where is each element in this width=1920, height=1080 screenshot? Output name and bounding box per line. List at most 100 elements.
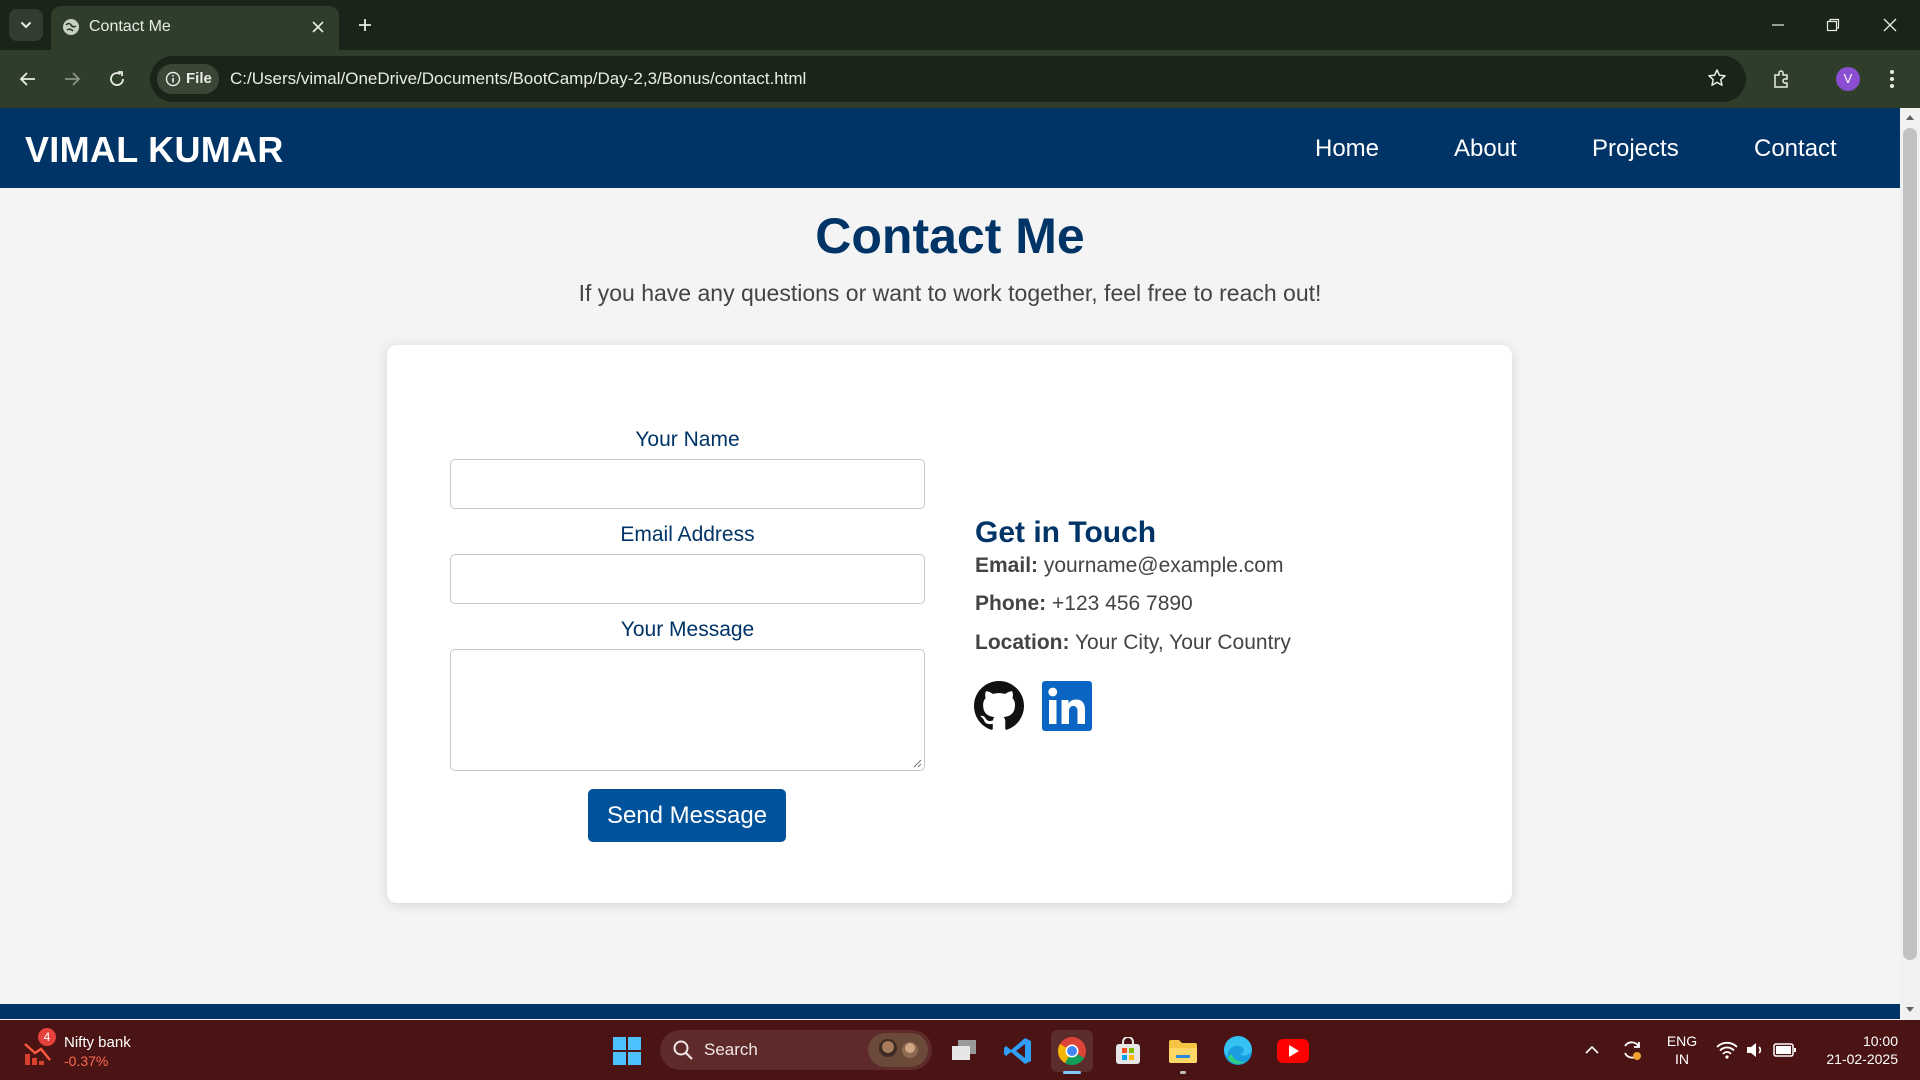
contact-location-value: Your City, Your Country	[1074, 631, 1291, 654]
nav-about[interactable]: About	[1454, 135, 1517, 163]
region-code: IN	[1675, 1051, 1689, 1067]
vscode-icon	[1004, 1038, 1031, 1064]
site-info-chip[interactable]: File	[157, 64, 219, 94]
store-icon	[1116, 1037, 1140, 1064]
taskbar-chrome[interactable]	[1051, 1030, 1093, 1074]
page-viewport: VIMAL KUMAR Home About Projects Contact …	[0, 108, 1900, 1019]
contact-phone-value: +123 456 7890	[1052, 592, 1193, 615]
get-in-touch-heading: Get in Touch	[975, 516, 1157, 549]
nav-home[interactable]: Home	[1315, 135, 1379, 163]
taskbar-search[interactable]: Search	[660, 1030, 932, 1070]
notification-badge: 4	[38, 1028, 56, 1046]
chrome-icon	[1058, 1037, 1086, 1065]
clock[interactable]: 10:00 21-02-2025	[1808, 1032, 1898, 1068]
scroll-up-icon[interactable]	[1905, 113, 1915, 121]
reload-icon	[110, 71, 124, 86]
search-highlight-image	[868, 1033, 928, 1067]
battery-icon	[1773, 1043, 1796, 1057]
reload-button[interactable]	[101, 63, 133, 95]
contact-location: Location: Your City, Your Country	[975, 630, 1291, 656]
taskbar-file-explorer[interactable]	[1162, 1030, 1204, 1074]
name-input[interactable]	[450, 459, 925, 509]
widget-change: -0.37%	[64, 1053, 109, 1069]
new-tab-button[interactable]	[352, 12, 378, 38]
volume-tray-button[interactable]	[1743, 1038, 1767, 1062]
page-scrollbar[interactable]	[1900, 108, 1920, 1019]
clock-time: 10:00	[1862, 1033, 1898, 1049]
taskbar-edge[interactable]	[1217, 1030, 1259, 1072]
contact-location-label: Location:	[975, 631, 1070, 654]
arrow-left-icon	[19, 72, 35, 86]
back-button[interactable]	[12, 63, 44, 95]
restore-button[interactable]	[1813, 10, 1853, 40]
scroll-down-icon[interactable]	[1905, 1006, 1915, 1014]
wifi-icon	[1716, 1041, 1738, 1059]
restore-icon	[1826, 18, 1840, 32]
resize-grip-icon[interactable]	[912, 758, 922, 768]
browser-menu-button[interactable]	[1876, 63, 1908, 95]
nav-projects[interactable]: Projects	[1592, 135, 1679, 163]
chevron-down-icon	[21, 22, 31, 29]
active-app-indicator	[1063, 1071, 1081, 1074]
tab-search-button[interactable]	[9, 9, 43, 41]
language-code: ENG	[1666, 1033, 1698, 1049]
info-icon	[165, 71, 181, 87]
message-label: Your Message	[620, 618, 755, 641]
more-vertical-icon	[1890, 70, 1894, 88]
task-view-icon	[952, 1040, 976, 1060]
contact-email-value: yourname@example.com	[1043, 554, 1284, 577]
widget-title: Nifty bank	[64, 1034, 131, 1051]
tab-close-button[interactable]	[307, 16, 329, 38]
sync-icon	[1624, 1041, 1641, 1060]
taskbar-task-view[interactable]	[943, 1030, 985, 1072]
show-hidden-icons-button[interactable]	[1580, 1038, 1604, 1062]
speaker-icon	[1747, 1043, 1762, 1057]
browser-tab[interactable]: Contact Me	[51, 6, 339, 50]
forward-button[interactable]	[56, 63, 88, 95]
minimize-button[interactable]	[1758, 10, 1798, 40]
globe-icon	[63, 19, 79, 35]
puzzle-icon	[1774, 70, 1788, 88]
folder-icon	[1169, 1040, 1197, 1063]
running-app-indicator	[1180, 1071, 1186, 1074]
close-icon	[312, 21, 324, 33]
sync-tray-button[interactable]	[1620, 1038, 1644, 1062]
linkedin-icon[interactable]	[1042, 681, 1092, 731]
contact-email-label: Email:	[975, 554, 1039, 577]
battery-tray-button[interactable]	[1773, 1038, 1797, 1062]
address-bar[interactable]: File C:/Users/vimal/OneDrive/Documents/B…	[150, 56, 1746, 102]
star-icon	[1708, 69, 1726, 86]
profile-avatar[interactable]: V	[1836, 67, 1860, 91]
language-indicator[interactable]: ENG IN	[1664, 1032, 1700, 1068]
stock-widget[interactable]: 4 Nifty bank -0.37%	[22, 1028, 202, 1074]
email-label: Email Address	[620, 523, 755, 546]
arrow-right-icon	[65, 72, 81, 86]
windows-icon	[613, 1037, 641, 1065]
contact-phone: Phone: +123 456 7890	[975, 591, 1193, 617]
taskbar-vscode[interactable]	[997, 1030, 1039, 1072]
message-textarea[interactable]	[450, 649, 925, 771]
taskbar-store[interactable]	[1107, 1030, 1149, 1072]
start-button[interactable]	[606, 1030, 648, 1072]
plus-icon	[359, 19, 371, 31]
wifi-tray-button[interactable]	[1715, 1038, 1739, 1062]
nav-contact[interactable]: Contact	[1754, 135, 1837, 163]
tab-title: Contact Me	[89, 18, 171, 35]
browser-tab-strip: Contact Me	[0, 0, 1920, 50]
close-window-button[interactable]	[1870, 10, 1910, 40]
bookmark-button[interactable]	[1701, 62, 1733, 94]
url-text[interactable]: C:/Users/vimal/OneDrive/Documents/BootCa…	[230, 69, 806, 89]
github-icon[interactable]	[974, 681, 1024, 731]
contact-card: Your Name Email Address Your Message Sen…	[387, 345, 1512, 903]
email-input[interactable]	[450, 554, 925, 604]
send-message-button[interactable]: Send Message	[588, 789, 786, 842]
site-brand[interactable]: VIMAL KUMAR	[25, 130, 284, 170]
youtube-icon	[1277, 1039, 1309, 1063]
chevron-up-icon	[1585, 1045, 1599, 1054]
page-subtitle: If you have any questions or want to wor…	[578, 280, 1322, 306]
scroll-thumb[interactable]	[1903, 128, 1917, 960]
clock-date: 21-02-2025	[1826, 1051, 1898, 1067]
extensions-button[interactable]	[1765, 63, 1797, 95]
taskbar-youtube[interactable]	[1272, 1030, 1314, 1072]
site-chip-label: File	[186, 70, 212, 87]
